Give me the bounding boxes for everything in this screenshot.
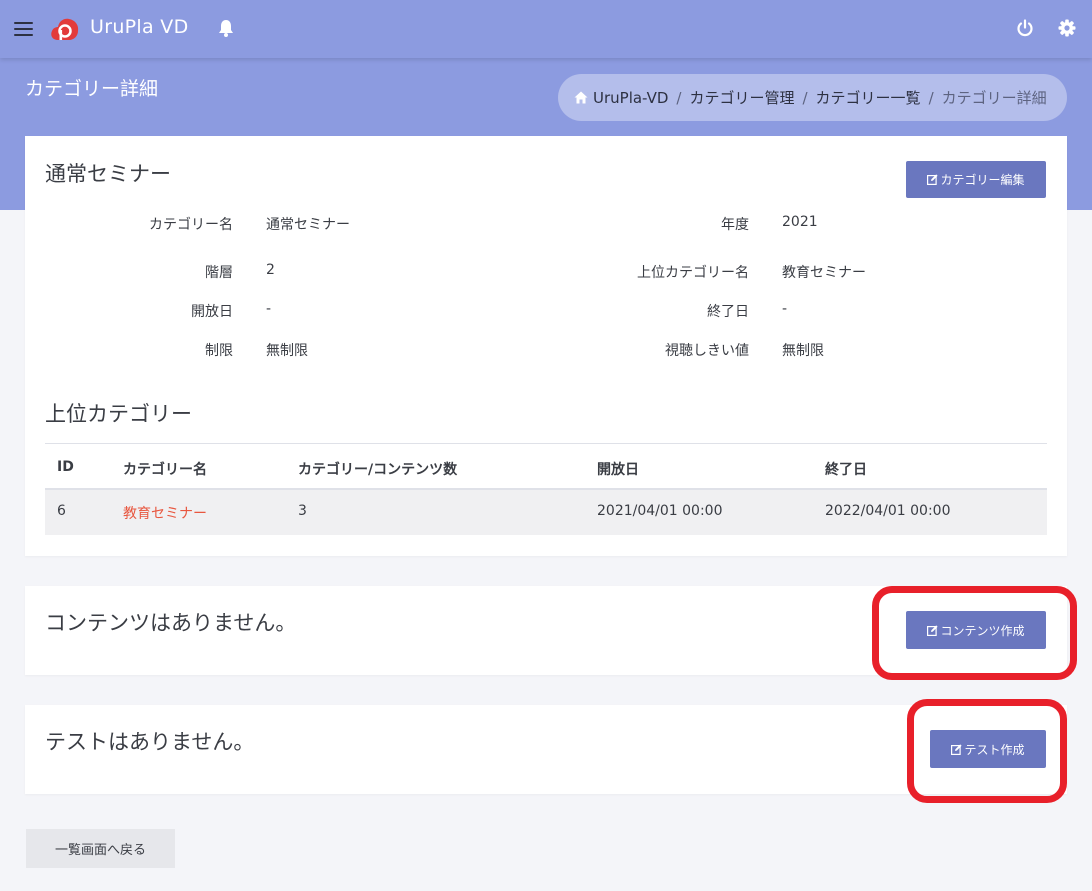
highlight-create-content: [872, 586, 1077, 680]
cell-count: 3: [298, 503, 307, 519]
field-value-parent-category: 教育セミナー: [782, 265, 866, 281]
field-value-year: 2021: [782, 214, 818, 230]
power-icon[interactable]: [1016, 19, 1034, 37]
gear-icon[interactable]: [1058, 19, 1076, 37]
page-title: カテゴリー詳細: [25, 78, 159, 100]
breadcrumb-separator: /: [676, 88, 682, 107]
parent-category-heading: 上位カテゴリー: [45, 402, 192, 426]
parent-category-table: ID カテゴリー名 カテゴリー/コンテンツ数 開放日 終了日 6 教育セミナー …: [45, 443, 1047, 535]
field-value-view-threshold: 無制限: [782, 343, 824, 359]
column-header-name[interactable]: カテゴリー名: [123, 459, 207, 479]
field-value-level: 2: [266, 262, 275, 278]
edit-icon: [927, 174, 939, 185]
bell-icon[interactable]: [218, 19, 234, 37]
breadcrumb-category-management[interactable]: カテゴリー管理: [689, 87, 794, 108]
breadcrumb: UruPla-VD / カテゴリー管理 / カテゴリー一覧 / カテゴリー詳細: [558, 74, 1067, 121]
edit-category-button[interactable]: カテゴリー編集: [906, 161, 1046, 198]
breadcrumb-home-label: UruPla-VD: [593, 88, 669, 107]
field-label-parent-category: 上位カテゴリー名: [637, 265, 749, 281]
field-label-end-date: 終了日: [707, 304, 749, 320]
field-label-category-name: カテゴリー名: [149, 217, 233, 233]
field-value-end-date: -: [782, 301, 788, 317]
home-icon: [574, 91, 588, 104]
field-label-year: 年度: [721, 217, 749, 233]
cell-open-date: 2021/04/01 00:00: [597, 503, 723, 519]
breadcrumb-separator: /: [928, 88, 934, 107]
category-detail-card: 通常セミナー カテゴリー編集 カテゴリー名 通常セミナー 階層 2 開放日 - …: [25, 136, 1067, 556]
back-to-list-button[interactable]: 一覧画面へ戻る: [26, 829, 175, 868]
breadcrumb-current: カテゴリー詳細: [941, 89, 1047, 107]
field-value-limit: 無制限: [266, 343, 308, 359]
field-label-open-date: 開放日: [191, 304, 233, 320]
breadcrumb-category-list[interactable]: カテゴリー一覧: [816, 87, 921, 108]
table-header: ID カテゴリー名 カテゴリー/コンテンツ数 開放日 終了日: [45, 443, 1047, 490]
field-label-level: 階層: [205, 265, 233, 281]
tests-empty-message: テストはありません。: [45, 730, 255, 754]
column-header-open-date[interactable]: 開放日: [597, 459, 639, 479]
field-value-open-date: -: [266, 301, 272, 317]
cell-end-date: 2022/04/01 00:00: [825, 503, 951, 519]
category-title: 通常セミナー: [45, 162, 171, 186]
field-value-category-name: 通常セミナー: [266, 217, 350, 233]
app-title[interactable]: UruPla VD: [90, 16, 189, 38]
column-header-id[interactable]: ID: [57, 459, 74, 475]
highlight-create-test: [907, 699, 1067, 803]
breadcrumb-home[interactable]: UruPla-VD: [574, 89, 668, 107]
field-label-limit: 制限: [205, 343, 233, 359]
field-label-view-threshold: 視聴しきい値: [665, 343, 749, 359]
top-navbar: UruPla VD: [0, 0, 1092, 58]
cell-category-name-link[interactable]: 教育セミナー: [123, 503, 207, 523]
edit-category-label: カテゴリー編集: [940, 173, 1025, 187]
contents-empty-message: コンテンツはありません。: [45, 611, 297, 635]
menu-icon[interactable]: [14, 22, 33, 36]
breadcrumb-separator: /: [802, 88, 808, 107]
column-header-end-date[interactable]: 終了日: [825, 459, 867, 479]
cell-id: 6: [57, 503, 66, 519]
logo-icon: [51, 18, 79, 40]
column-header-count[interactable]: カテゴリー/コンテンツ数: [298, 459, 457, 479]
table-row: 6 教育セミナー 3 2021/04/01 00:00 2022/04/01 0…: [45, 490, 1047, 535]
